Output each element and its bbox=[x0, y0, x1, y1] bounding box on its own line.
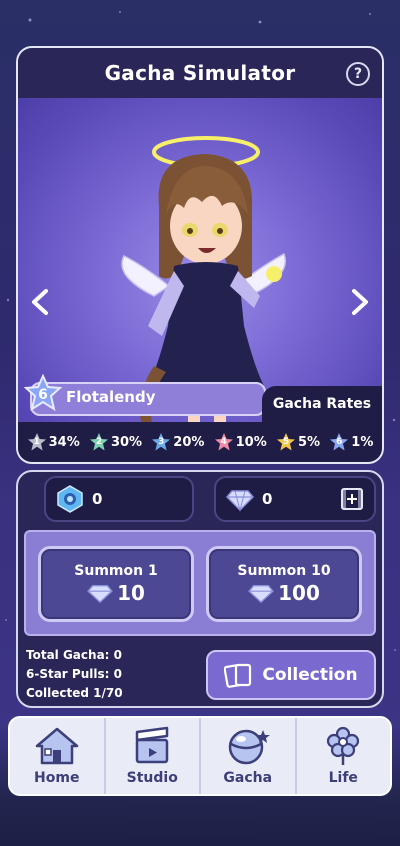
gacha-orb-icon bbox=[228, 729, 270, 765]
star-rank-badge: 6 bbox=[24, 374, 62, 412]
card-header: Gacha Simulator ? bbox=[18, 48, 382, 98]
nav-studio-label: Studio bbox=[126, 770, 178, 786]
bottom-navigation: Home Studio Gacha Life bbox=[8, 716, 392, 796]
ticket-counter: 0 bbox=[44, 476, 194, 522]
flower-icon bbox=[327, 726, 360, 765]
nav-studio[interactable]: Studio bbox=[106, 718, 201, 794]
ticket-count: 0 bbox=[92, 490, 103, 508]
rank-number: 6 bbox=[38, 387, 48, 403]
rate-4-value: 10% bbox=[235, 434, 267, 450]
gem-count: 0 bbox=[262, 490, 273, 508]
collection-button[interactable]: Collection bbox=[206, 650, 376, 700]
summon-1-cost: 10 bbox=[117, 581, 145, 605]
rate-5-star: 5 5% bbox=[276, 432, 320, 452]
rate-6-value: 1% bbox=[351, 434, 374, 450]
rate-4-star: 4 10% bbox=[214, 432, 267, 452]
star-2-icon: 2 bbox=[89, 432, 109, 452]
nav-life[interactable]: Life bbox=[297, 718, 391, 794]
rate-6-star: 6 1% bbox=[329, 432, 373, 452]
rate-2-star: 2 30% bbox=[89, 432, 142, 452]
nav-life-label: Life bbox=[328, 770, 358, 786]
home-icon bbox=[35, 727, 78, 765]
previous-character-button[interactable] bbox=[26, 288, 54, 316]
cards-icon bbox=[224, 663, 252, 688]
summon-10-label: Summon 10 bbox=[237, 563, 331, 579]
summon-panel: 0 0 Summon 1 10 Summon 10 100 Total Gach… bbox=[16, 470, 384, 708]
star-5-icon: 5 bbox=[276, 432, 296, 452]
summon-area: Summon 1 10 Summon 10 100 bbox=[24, 530, 376, 636]
total-gacha: Total Gacha: 0 bbox=[26, 648, 122, 662]
summon-1-label: Summon 1 bbox=[74, 563, 158, 579]
star-3-icon: 3 bbox=[151, 432, 171, 452]
summon-10-button[interactable]: Summon 10 100 bbox=[206, 546, 362, 622]
next-character-button[interactable] bbox=[346, 288, 374, 316]
question-icon[interactable]: ? bbox=[346, 62, 370, 86]
chevron-right-icon bbox=[352, 289, 368, 315]
film-plus-icon[interactable] bbox=[340, 487, 364, 511]
collected-count: Collected 1/70 bbox=[26, 686, 123, 700]
character-name: Flotalendy bbox=[66, 388, 156, 406]
nav-gacha-label: Gacha bbox=[223, 770, 273, 786]
ticket-orb-icon bbox=[57, 485, 83, 513]
gem-icon bbox=[87, 584, 113, 604]
rate-1-star: 1 34% bbox=[27, 432, 80, 452]
collection-label: Collection bbox=[262, 665, 358, 685]
star-1-icon: 1 bbox=[27, 432, 47, 452]
summon-10-cost: 100 bbox=[278, 581, 320, 605]
gacha-rates-tab[interactable]: Gacha Rates bbox=[262, 386, 382, 422]
gacha-rates-bar: 1 34% 2 30% 3 20% 4 10% 5 5% 6 1% bbox=[18, 422, 382, 462]
rate-1-value: 34% bbox=[48, 434, 80, 450]
nav-gacha[interactable]: Gacha bbox=[201, 718, 297, 794]
nav-home-label: Home bbox=[34, 770, 80, 786]
rate-3-value: 20% bbox=[173, 434, 205, 450]
summon-1-button[interactable]: Summon 1 10 bbox=[38, 546, 194, 622]
star-4-icon: 4 bbox=[214, 432, 234, 452]
nav-home[interactable]: Home bbox=[10, 718, 106, 794]
six-star-pulls: 6-Star Pulls: 0 bbox=[26, 667, 122, 681]
rate-3-star: 3 20% bbox=[151, 432, 204, 452]
gacha-stats: Total Gacha: 0 6-Star Pulls: 0 Collected… bbox=[26, 646, 123, 703]
rate-2-value: 30% bbox=[110, 434, 143, 450]
rate-5-value: 5% bbox=[297, 434, 321, 450]
gem-counter: 0 bbox=[214, 476, 376, 522]
star-6-icon: 6 bbox=[329, 432, 349, 452]
page-title: Gacha Simulator bbox=[104, 61, 296, 85]
gem-icon bbox=[248, 584, 274, 604]
character-card: Gacha Simulator ? 6 Flotalendy Gacha Rat… bbox=[16, 46, 384, 464]
gem-icon bbox=[226, 490, 254, 512]
chevron-left-icon bbox=[32, 289, 48, 315]
clapperboard-icon bbox=[136, 726, 169, 764]
